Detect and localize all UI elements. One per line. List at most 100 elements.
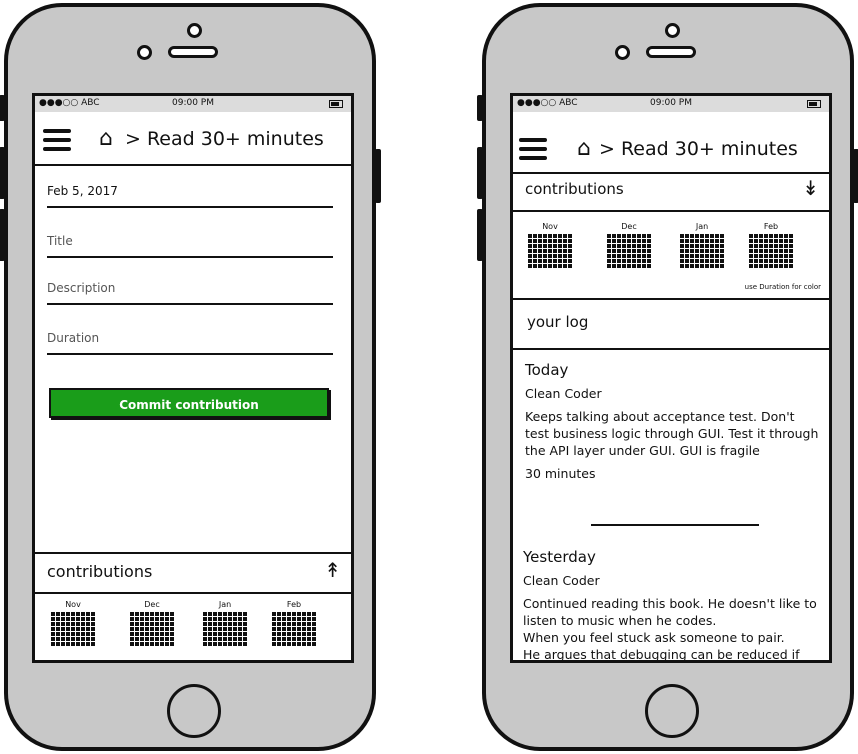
contribution-cell [632,254,636,258]
chevron-down-double-icon[interactable]: ↡ [802,178,819,198]
contribution-cell [774,234,778,238]
contribution-cell [622,249,626,253]
contribution-cell [612,234,616,238]
contribution-cell [243,612,247,616]
contribution-cell [690,254,694,258]
contribution-cell [749,244,753,248]
contribution-cell [243,642,247,646]
month-label: Jan [695,222,709,231]
contribution-cell [282,627,286,631]
date-field[interactable]: Feb 5, 2017 [47,176,333,208]
contribution-cell [71,637,75,641]
contribution-cell [218,642,222,646]
month-label: Nov [542,222,558,231]
contribution-cell [287,617,291,621]
contribution-cell [769,239,773,243]
contribution-grid [199,612,251,646]
house-icon[interactable]: ⌂ [577,138,591,160]
contribution-cell [715,259,719,263]
contribution-cell [145,637,149,641]
contributions-bar[interactable]: contributions ↟ [35,552,351,594]
contribution-cell [754,259,758,263]
contribution-cell [690,249,694,253]
contribution-cell [558,254,562,258]
contribution-cell [685,254,689,258]
contribution-cell [56,617,60,621]
earpiece-speaker [646,46,696,58]
contribution-cell [749,254,753,258]
home-button[interactable] [645,684,699,738]
contribution-cell [789,254,793,258]
chevron-up-double-icon[interactable]: ↟ [324,560,341,580]
phone-left: ●●●○○ ABC 09:00 PM ⌂ > Read 30+ minutes … [0,3,381,751]
house-icon[interactable]: ⌂ [99,128,113,150]
contribution-cell [784,264,788,268]
contribution-cell [56,612,60,616]
contribution-cell [56,627,60,631]
contributions-bar[interactable]: contributions ↡ [513,172,829,212]
contribution-cell [700,244,704,248]
contribution-cell [312,632,316,636]
contribution-cell [543,239,547,243]
contribution-cell [720,234,724,238]
contribution-cell [71,627,75,631]
duration-field[interactable]: Duration [47,323,333,355]
front-camera [187,23,202,38]
contribution-cell [617,254,621,258]
contribution-cell [233,612,237,616]
hamburger-menu-icon[interactable] [43,129,71,151]
contribution-cell [617,244,621,248]
contribution-cell [685,249,689,253]
contribution-cell [272,642,276,646]
contribution-cell [81,637,85,641]
contribution-cell [720,249,724,253]
contribution-cell [170,627,174,631]
contribution-cell [700,234,704,238]
mute-switch [477,95,483,121]
contribution-cell [86,632,90,636]
contribution-cell [749,239,753,243]
contribution-cell [165,617,169,621]
contribution-cell [130,617,134,621]
contribution-cell [228,637,232,641]
contribution-cell [779,239,783,243]
month-label: Dec [621,222,637,231]
contribution-cell [56,642,60,646]
contribution-cell [543,249,547,253]
contribution-cell [150,627,154,631]
contribution-cell [228,622,232,626]
contribution-cell [302,612,306,616]
month-nov: Nov [47,600,99,646]
status-bar: ●●●○○ ABC 09:00 PM [35,96,351,112]
contribution-cell [150,612,154,616]
contribution-cell [91,622,95,626]
contribution-cell [705,254,709,258]
contribution-cell [789,234,793,238]
contribution-cell [695,249,699,253]
contribution-cell [769,254,773,258]
title-field[interactable]: Title [47,226,333,258]
contribution-cell [145,627,149,631]
contribution-cell [71,632,75,636]
contribution-cell [637,249,641,253]
battery-icon [807,100,821,108]
volume-up-button [0,147,5,199]
contribution-cell [690,239,694,243]
hamburger-menu-icon[interactable] [519,138,547,160]
contribution-cell [130,627,134,631]
home-button[interactable] [167,684,221,738]
commit-contribution-button[interactable]: Commit contribution [49,388,329,418]
power-button [375,149,381,203]
contribution-cell [81,627,85,631]
contribution-cell [140,642,144,646]
contribution-cell [759,234,763,238]
contribution-cell [51,622,55,626]
contribution-cell [764,259,768,263]
contribution-cell [720,244,724,248]
contribution-cell [695,254,699,258]
contribution-cell [774,264,778,268]
description-field[interactable]: Description [47,273,333,305]
contribution-cell [612,264,616,268]
contribution-grid [268,612,320,646]
contribution-cell [543,244,547,248]
